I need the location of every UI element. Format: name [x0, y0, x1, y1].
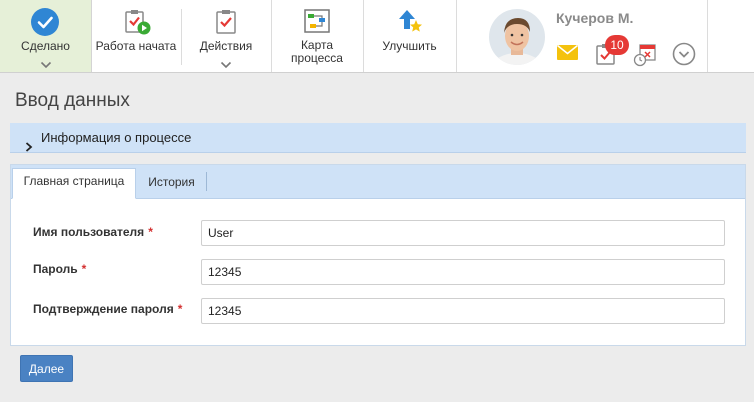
improve-icon	[396, 7, 424, 38]
password-confirm-label: Подтверждение пароля *	[33, 302, 183, 316]
required-mark: *	[81, 262, 87, 276]
done-button[interactable]: Сделано	[0, 0, 92, 72]
page-title: Ввод данных	[15, 90, 130, 111]
form-panel: Главная страница История Имя пользовател…	[10, 164, 746, 346]
password-confirm-input[interactable]	[201, 298, 725, 324]
tab-main-page[interactable]: Главная страница	[12, 168, 136, 199]
required-mark: *	[148, 225, 153, 239]
process-map-button[interactable]: Карта процесса	[272, 0, 362, 72]
process-info-label: Информация о процессе	[41, 130, 192, 145]
process-info-section[interactable]: Информация о процессе	[10, 123, 746, 153]
work-started-button[interactable]: Работа начата	[92, 0, 180, 72]
password-label: Пароль *	[33, 262, 87, 276]
user-name[interactable]: Кучеров М.	[556, 10, 633, 26]
done-label: Сделано	[21, 39, 70, 53]
check-circle-icon	[31, 8, 59, 36]
improve-label: Улучшить	[382, 39, 437, 53]
user-profile: Кучеров М. 10	[456, 0, 708, 72]
actions-label: Действия	[199, 39, 253, 53]
tab-bar: Главная страница История	[11, 165, 745, 199]
password-input[interactable]	[201, 259, 725, 285]
work-started-label: Работа начата	[95, 39, 177, 53]
tab-divider	[206, 172, 207, 191]
toolbar: Сделано Работа начата Действия Карта про…	[0, 0, 754, 73]
username-input[interactable]	[201, 220, 725, 246]
tab-main-page-label: Главная страница	[23, 174, 125, 188]
process-map-icon	[304, 9, 330, 36]
calendar-icon[interactable]	[633, 43, 657, 72]
tab-history-label: История	[148, 175, 195, 189]
work-started-icon	[124, 8, 152, 39]
avatar[interactable]	[489, 9, 545, 65]
actions-icon	[213, 8, 241, 39]
chevron-right-icon	[25, 133, 33, 163]
username-label: Имя пользователя *	[33, 225, 153, 239]
next-button[interactable]: Далее	[20, 355, 73, 382]
chevron-down-icon	[40, 58, 52, 72]
process-map-label-line2: процесса	[291, 51, 343, 65]
improve-button[interactable]: Улучшить	[364, 0, 455, 72]
required-mark: *	[177, 302, 183, 316]
chevron-down-circle-icon[interactable]	[672, 42, 696, 71]
actions-button[interactable]: Действия	[182, 0, 270, 72]
tab-history[interactable]: История	[137, 170, 206, 199]
chevron-down-icon	[220, 58, 232, 72]
mail-icon[interactable]	[557, 44, 578, 65]
task-count-badge: 10	[605, 35, 629, 55]
